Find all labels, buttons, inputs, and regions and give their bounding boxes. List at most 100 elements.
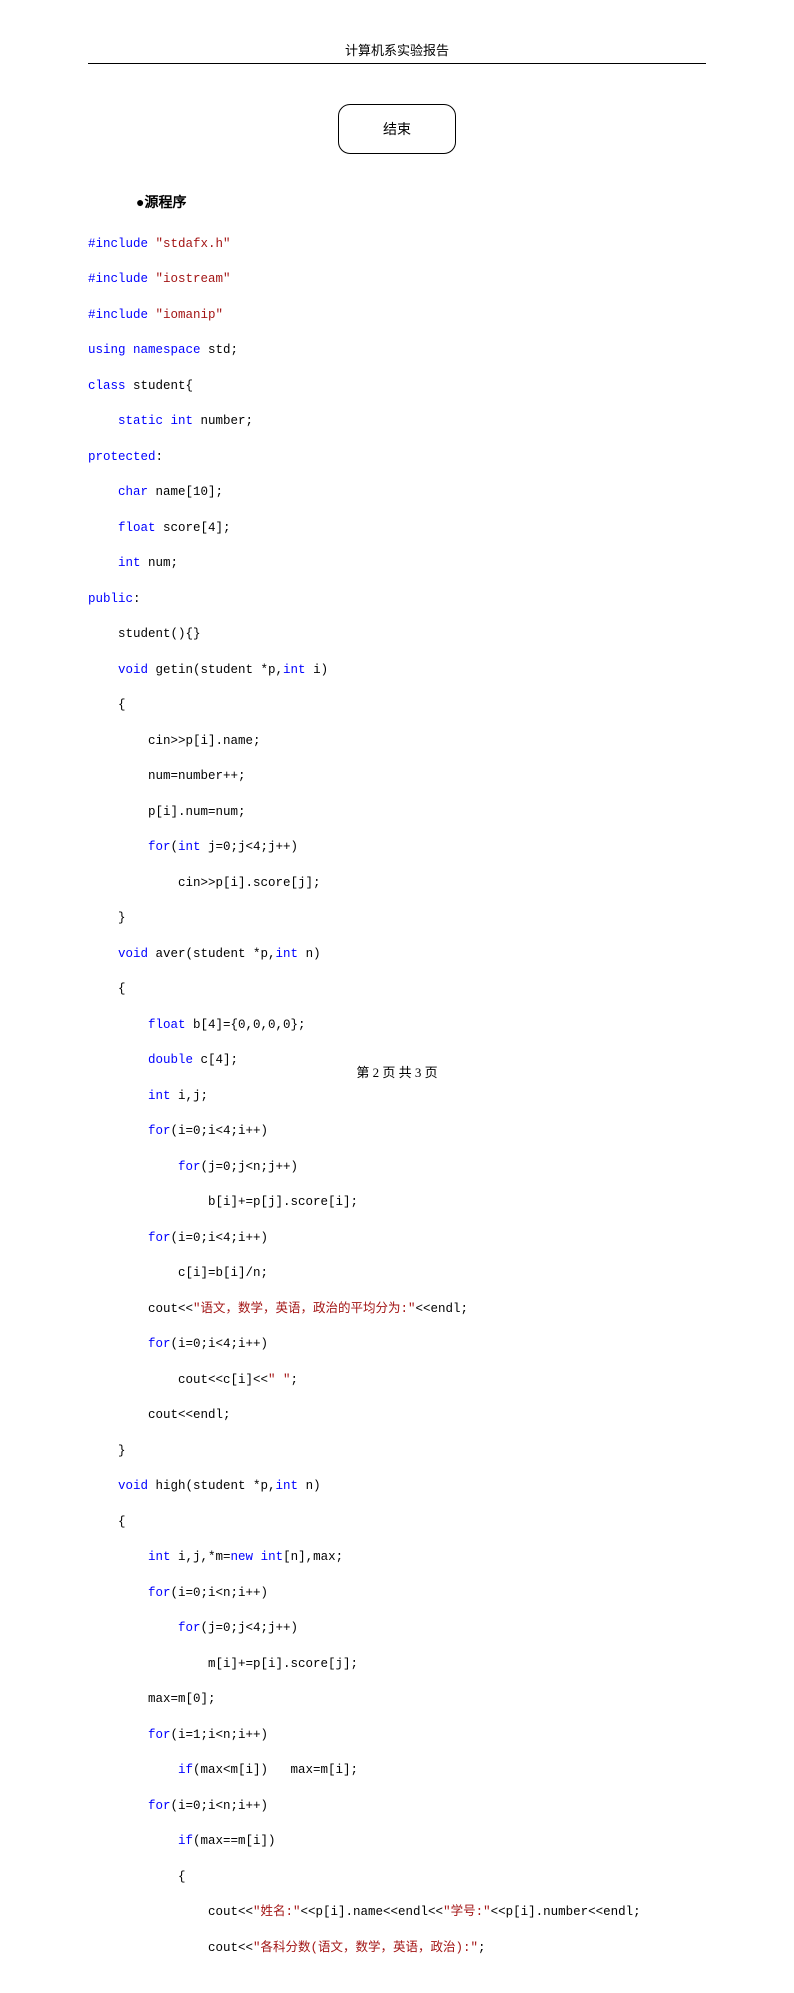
code-keyword: for (148, 1799, 171, 1813)
code-text: aver(student *p, (148, 947, 276, 961)
code-text: p[i].num=num; (148, 805, 246, 819)
code-keyword: int (148, 1089, 171, 1103)
box-container: 结束 (88, 104, 706, 154)
code-keyword: #include (88, 308, 156, 322)
code-keyword: for (148, 840, 171, 854)
code-keyword: int (276, 947, 299, 961)
code-string: "学号:" (443, 1905, 491, 1919)
code-text: : (156, 450, 164, 464)
code-text: (max<m[i]) max=m[i]; (193, 1763, 358, 1777)
code-keyword: char (118, 485, 148, 499)
code-keyword: int (178, 840, 201, 854)
end-box: 结束 (338, 104, 456, 154)
code-text: (max==m[i]) (193, 1834, 276, 1848)
content-area: 结束 ●源程序 #include "stdafx.h" #include "io… (0, 64, 794, 1993)
code-keyword: for (148, 1337, 171, 1351)
code-text: (i=0;i<4;i++) (171, 1231, 269, 1245)
code-text: } (118, 911, 126, 925)
code-text: (i=1;i<n;i++) (171, 1728, 269, 1742)
code-text: (j=0;j<n;j++) (201, 1160, 299, 1174)
code-text: i,j,*m= (171, 1550, 231, 1564)
code-text: cout<< (148, 1302, 193, 1316)
code-keyword: float (148, 1018, 186, 1032)
code-keyword: static (118, 414, 163, 428)
code-string: "iomanip" (156, 308, 224, 322)
code-text: max=m[0]; (148, 1692, 216, 1706)
code-text: cout<<endl; (148, 1408, 231, 1422)
code-text: cout<< (208, 1905, 253, 1919)
code-text (163, 414, 171, 428)
code-text: (i=0;i<4;i++) (171, 1124, 269, 1138)
section-title: ●源程序 (136, 192, 706, 212)
code-text: ( (171, 840, 179, 854)
code-text: cout<<c[i]<< (178, 1373, 268, 1387)
page-header: 计算机系实验报告 (0, 0, 794, 63)
code-string: "iostream" (156, 272, 231, 286)
code-text: name[10]; (148, 485, 223, 499)
code-text: <<p[i].name<<endl<< (301, 1905, 444, 1919)
code-text: b[4]={0,0,0,0}; (186, 1018, 306, 1032)
code-text: (j=0;j<4;j++) (201, 1621, 299, 1635)
code-keyword: for (178, 1160, 201, 1174)
code-keyword: void (118, 1479, 148, 1493)
code-keyword: for (148, 1728, 171, 1742)
code-text: { (118, 1515, 126, 1529)
code-keyword: int (276, 1479, 299, 1493)
code-text: cin>>p[i].score[j]; (178, 876, 321, 890)
code-keyword: namespace (133, 343, 201, 357)
code-text: j=0;j<4;j++) (201, 840, 299, 854)
code-keyword: for (148, 1231, 171, 1245)
code-text: num; (141, 556, 179, 570)
code-text: num=number++; (148, 769, 246, 783)
code-text: n) (298, 947, 321, 961)
source-code: #include "stdafx.h" #include "iostream" … (88, 218, 706, 1993)
page-footer: 第 2 页 共 3 页 (0, 1062, 794, 1081)
code-keyword: protected (88, 450, 156, 464)
code-text: c[i]=b[i]/n; (178, 1266, 268, 1280)
code-text: i) (306, 663, 329, 677)
code-text: cout<< (208, 1941, 253, 1955)
code-text: <<p[i].number<<endl; (491, 1905, 641, 1919)
code-text: high(student *p, (148, 1479, 276, 1493)
code-keyword: #include (88, 237, 156, 251)
code-string: " " (268, 1373, 291, 1387)
code-text: ; (291, 1373, 299, 1387)
code-text: student{ (126, 379, 194, 393)
code-text: m[i]+=p[i].score[j]; (208, 1657, 358, 1671)
code-text: } (118, 1444, 126, 1458)
code-keyword: void (118, 947, 148, 961)
code-text: : (133, 592, 141, 606)
code-text: score[4]; (156, 521, 231, 535)
code-keyword: int (148, 1550, 171, 1564)
code-text: number; (193, 414, 253, 428)
code-keyword: for (178, 1621, 201, 1635)
code-string: "stdafx.h" (156, 237, 231, 251)
code-string: "语文，数学，英语，政治的平均分为:" (193, 1302, 416, 1316)
code-string: "各科分数(语文，数学，英语，政治):" (253, 1941, 478, 1955)
code-keyword: int (171, 414, 194, 428)
code-keyword: #include (88, 272, 156, 286)
code-keyword: new (231, 1550, 254, 1564)
code-keyword: using (88, 343, 126, 357)
code-text: { (178, 1870, 186, 1884)
code-text: <<endl; (416, 1302, 469, 1316)
code-text: { (118, 982, 126, 996)
code-keyword: int (118, 556, 141, 570)
code-keyword: float (118, 521, 156, 535)
code-keyword: int (261, 1550, 284, 1564)
code-keyword: if (178, 1834, 193, 1848)
code-text (253, 1550, 261, 1564)
code-text: (i=0;i<n;i++) (171, 1799, 269, 1813)
code-text: i,j; (171, 1089, 209, 1103)
code-text: (i=0;i<n;i++) (171, 1586, 269, 1600)
code-keyword: for (148, 1586, 171, 1600)
code-text: n) (298, 1479, 321, 1493)
code-text: ; (478, 1941, 486, 1955)
code-text: b[i]+=p[j].score[i]; (208, 1195, 358, 1209)
code-text: (i=0;i<4;i++) (171, 1337, 269, 1351)
code-keyword: for (148, 1124, 171, 1138)
code-string: "姓名:" (253, 1905, 301, 1919)
code-keyword: int (283, 663, 306, 677)
code-text: [n],max; (283, 1550, 343, 1564)
code-text: cin>>p[i].name; (148, 734, 261, 748)
